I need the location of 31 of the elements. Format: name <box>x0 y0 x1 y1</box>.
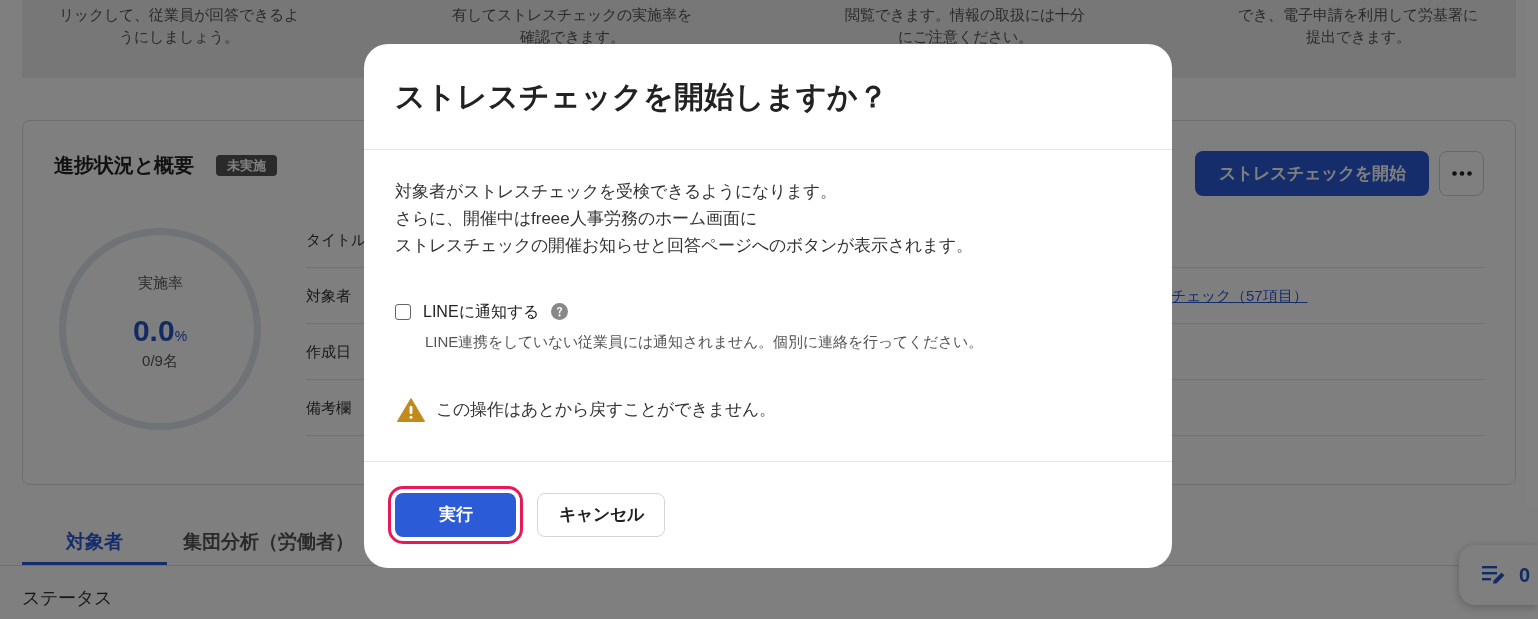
rate-value: 0.0 <box>132 313 175 349</box>
detail-label: 対象者 <box>306 285 351 306</box>
checkbox[interactable] <box>395 303 411 320</box>
intro-text: 閲覧できます。情報の取扱には十分 にご注意ください。 <box>844 5 1086 47</box>
filter-label: ステータス <box>22 587 112 610</box>
dialog-description: 対象者がストレスチェックを受検できるようになります。 さらに、開催中はfreee人事労務のホーム画面に ストレスチェックの開催お知らせと回答ページへのボタンが表示されます。 <box>395 181 973 257</box>
more-icon <box>1451 171 1472 176</box>
start-button[interactable]: ストレスチェックを開始 <box>1195 151 1429 196</box>
edit-list-icon <box>1482 565 1506 585</box>
cancel-button[interactable]: キャンセル <box>537 493 665 537</box>
warning-text: この操作はあとから戻すことができません。 <box>436 398 776 421</box>
detail-link[interactable]: チェック（57項目） <box>1171 284 1308 307</box>
tab[interactable]: 集団分析（労働者） <box>167 523 370 565</box>
tab[interactable]: 対象者 <box>22 523 167 565</box>
intro-text: でき、電子申請を利用して労基署に 提出できます。 <box>1237 5 1479 47</box>
rate-label: 実施率 <box>137 273 183 293</box>
checkbox-hint: LINE連携をしていない従業員には通知されません。個別に連絡を行ってください。 <box>425 332 984 352</box>
detail-label: 作成日 <box>306 341 351 362</box>
rate-unit: % <box>174 328 188 346</box>
section-title: 進捗状況と概要 <box>54 153 194 178</box>
warning-icon <box>397 397 425 422</box>
rate-count: 0/9名 <box>142 351 178 371</box>
dialog-title: ストレスチェックを開始しますか？ <box>395 78 888 115</box>
status-badge: 未実施 <box>216 154 277 176</box>
more-button[interactable] <box>1439 151 1484 196</box>
intro-text: リックして、従業員が回答できるよ うにしましょう。 <box>58 5 300 47</box>
checkbox-label[interactable]: LINEに通知する <box>423 299 539 324</box>
detail-label: 備考欄 <box>306 397 351 418</box>
intro-text: 有してストレスチェックの実施率を 確認できます。 <box>451 5 693 47</box>
help-icon[interactable] <box>550 303 568 320</box>
memo-button[interactable]: 0 <box>1459 545 1538 605</box>
